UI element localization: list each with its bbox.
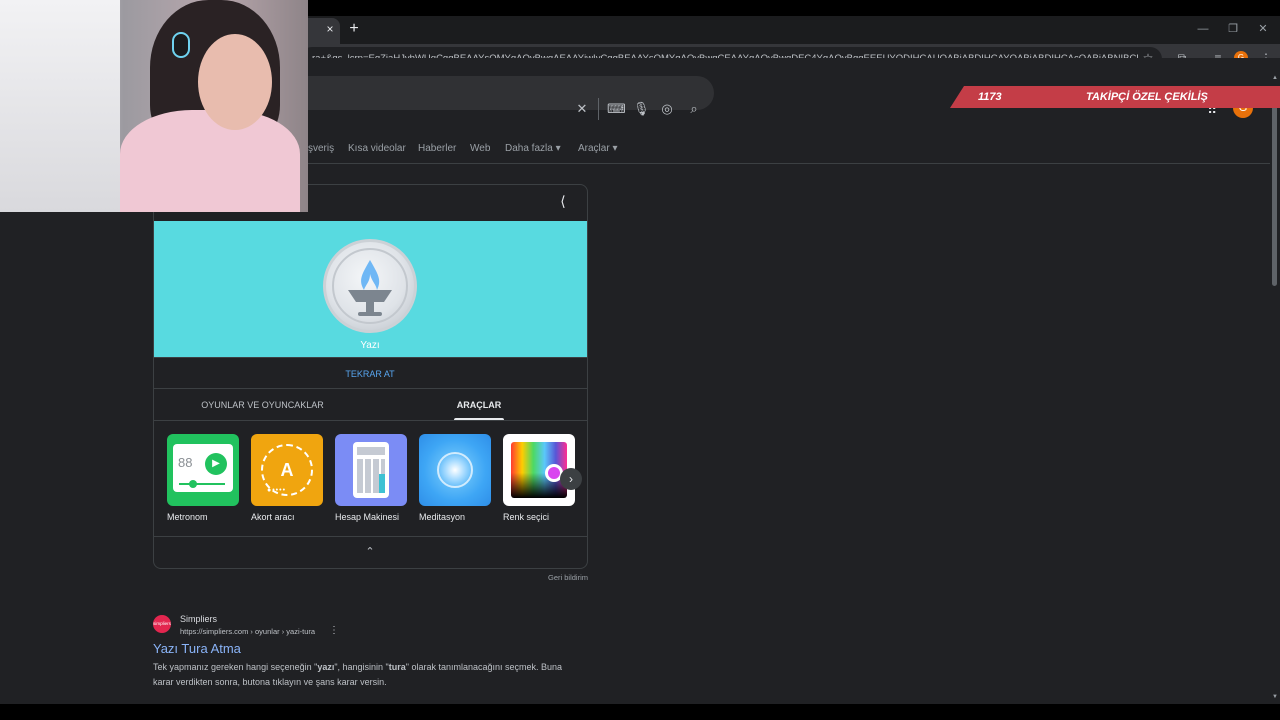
page-scrollbar[interactable]: [1270, 58, 1280, 688]
nav-more[interactable]: Daha fazla ▾: [505, 142, 561, 156]
card-separator: [154, 357, 587, 358]
flame-bowl-icon: [348, 260, 392, 316]
minimize-icon[interactable]: —: [1196, 22, 1210, 36]
window-close-icon[interactable]: ✕: [1256, 22, 1270, 36]
webcam-streamer-face: [198, 34, 272, 130]
snippet-bold: yazı: [317, 662, 335, 672]
search-icon[interactable]: ⌕: [686, 101, 702, 117]
calculator-label[interactable]: Hesap Makinesi: [335, 511, 399, 523]
scroll-down-icon[interactable]: ▼: [1270, 693, 1280, 701]
site-favicon[interactable]: simpliers: [153, 615, 171, 633]
tab-tools[interactable]: ARAÇLAR: [440, 398, 518, 412]
nav-tools[interactable]: Araçlar ▾: [578, 142, 617, 156]
nav-web[interactable]: Web: [470, 142, 490, 156]
snippet-text: ", hangisinin ": [334, 662, 389, 672]
search-divider: [598, 98, 599, 120]
snippet-bold: tura: [388, 662, 406, 672]
next-tools-button[interactable]: ›: [560, 468, 582, 490]
nav-short-videos[interactable]: Kısa videolar: [348, 142, 406, 156]
tab-close-icon[interactable]: ×: [323, 22, 337, 36]
metronome-bpm: 88: [178, 455, 193, 470]
play-icon: ▶: [205, 453, 227, 475]
site-url[interactable]: https://simpliers.com › oyunlar › yazi-t…: [180, 626, 315, 637]
result-title-link[interactable]: Yazı Tura Atma: [153, 641, 241, 657]
collapse-icon[interactable]: ⌃: [363, 545, 377, 559]
meditation-icon: [437, 452, 473, 488]
scroll-up-icon[interactable]: ▲: [1270, 74, 1280, 82]
tuner-tile[interactable]: A ●••••: [251, 434, 323, 506]
new-tab-button[interactable]: +: [346, 20, 362, 38]
lens-icon[interactable]: ◎: [659, 101, 675, 117]
metronome-tile[interactable]: 88 ▶: [167, 434, 239, 506]
meditation-tile[interactable]: [419, 434, 491, 506]
share-icon[interactable]: ⟨: [555, 193, 571, 209]
search-input[interactable]: [290, 76, 714, 110]
tuner-label[interactable]: Akort aracı: [251, 511, 295, 523]
metronome-label[interactable]: Metronom: [167, 511, 208, 523]
clear-search-icon[interactable]: ✕: [574, 101, 590, 117]
webcam-overlay: [0, 0, 308, 212]
webcam-background: [0, 0, 120, 212]
nav-shopping[interactable]: şveriş: [308, 142, 334, 156]
headset-icon: [172, 32, 190, 58]
microphone-icon[interactable]: 🎙: [633, 101, 650, 117]
calculator-screen: [357, 447, 385, 455]
follower-count: 1173: [978, 91, 1002, 103]
snippet-text: Tek yapmanız gereken hangi seçeneğin ": [153, 662, 318, 672]
keyboard-icon[interactable]: ⌨: [607, 101, 626, 117]
card-separator: [154, 536, 587, 537]
coin-result: Yazı: [360, 340, 380, 351]
feedback-link[interactable]: Geri bildirim: [520, 572, 588, 584]
tuner-note: A: [280, 460, 294, 480]
metronome-slider: [179, 483, 225, 485]
giveaway-title: TAKİPÇİ ÖZEL ÇEKİLİŞ: [1086, 91, 1208, 103]
result-options-icon[interactable]: ⋮: [329, 625, 339, 637]
webcam-streamer-body: [120, 110, 300, 212]
card-separator: [154, 420, 587, 421]
calculator-tile[interactable]: [335, 434, 407, 506]
retry-button[interactable]: TEKRAR AT: [310, 367, 430, 381]
card-separator: [154, 388, 587, 389]
calculator-equals-key: [379, 474, 385, 493]
tab-games[interactable]: OYUNLAR VE OYUNCAKLAR: [180, 398, 345, 412]
site-name[interactable]: Simpliers: [180, 613, 217, 625]
color-picker-label[interactable]: Renk seçici: [503, 511, 549, 523]
metronome-slider-knob: [189, 480, 197, 488]
restore-icon[interactable]: ❐: [1226, 22, 1240, 36]
result-snippet: Tek yapmanız gereken hangi seçeneğin "ya…: [153, 660, 583, 690]
scroll-thumb[interactable]: [1272, 86, 1277, 286]
meditation-label[interactable]: Meditasyon: [419, 511, 465, 523]
nav-news[interactable]: Haberler: [418, 142, 456, 156]
tuner-dots: ●••••: [267, 487, 287, 494]
